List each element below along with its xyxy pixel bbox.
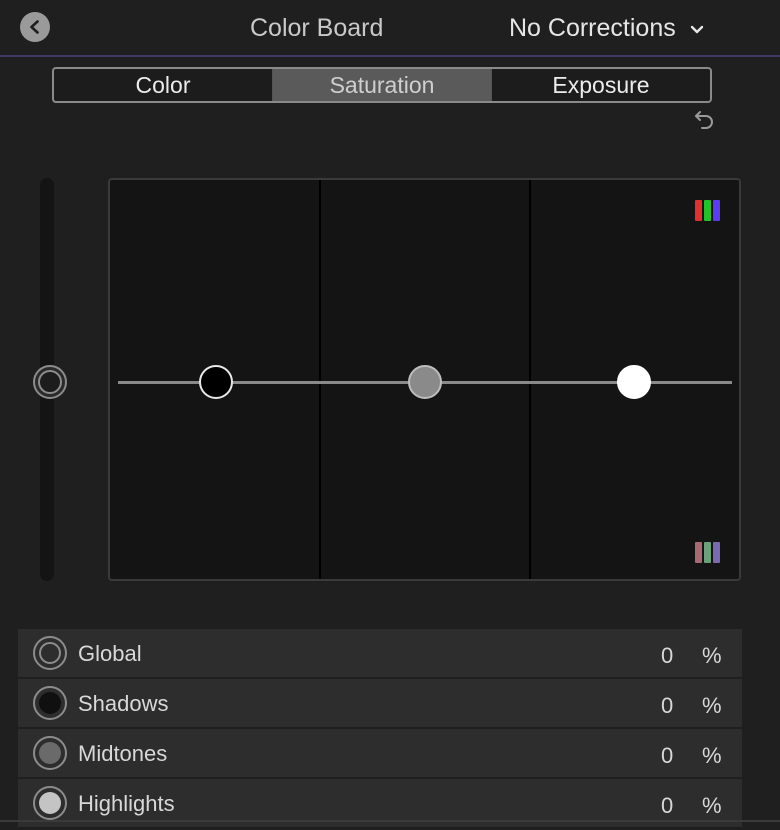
tab-saturation[interactable]: Saturation (273, 69, 492, 101)
chevron-left-icon (30, 20, 39, 34)
midtones-icon (33, 736, 67, 770)
param-label: Global (78, 641, 142, 666)
high-saturation-indicator (695, 200, 720, 221)
param-label: Highlights (78, 791, 175, 816)
param-unit: % (702, 643, 722, 668)
param-label: Midtones (78, 741, 168, 766)
param-row-shadows: Shadows 0 % (18, 679, 742, 727)
param-label: Shadows (78, 691, 169, 716)
param-unit: % (702, 743, 722, 768)
global-icon (33, 636, 67, 670)
header-divider (0, 55, 780, 57)
green-bar (704, 200, 711, 221)
param-value-shadows[interactable]: 0 (661, 693, 673, 719)
parameter-list: Global 0 % Shadows 0 % Midtones 0 % High… (18, 629, 742, 829)
undo-arrow-icon[interactable] (692, 108, 716, 132)
midtones-puck[interactable] (408, 365, 442, 399)
corrections-label: No Corrections (509, 14, 676, 42)
shadows-icon (33, 686, 67, 720)
green-bar (704, 542, 711, 563)
shadows-puck[interactable] (199, 365, 233, 399)
global-slider-puck[interactable] (33, 365, 67, 399)
blue-bar (713, 542, 720, 563)
highlights-icon (33, 786, 67, 820)
board-tabs: Color Saturation Exposure (52, 67, 712, 103)
blue-bar (713, 200, 720, 221)
board-divider (529, 180, 531, 579)
tab-exposure[interactable]: Exposure (492, 69, 710, 101)
corrections-dropdown[interactable]: No Corrections (509, 14, 704, 43)
saturation-board[interactable] (108, 178, 741, 581)
param-unit: % (702, 793, 722, 818)
param-row-midtones: Midtones 0 % (18, 729, 742, 777)
low-saturation-indicator (695, 542, 720, 563)
panel-title: Color Board (250, 14, 384, 42)
param-value-global[interactable]: 0 (661, 643, 673, 669)
param-value-highlights[interactable]: 0 (661, 793, 673, 819)
bottom-divider (0, 820, 780, 822)
param-row-global: Global 0 % (18, 629, 742, 677)
tab-color[interactable]: Color (54, 69, 273, 101)
param-value-midtones[interactable]: 0 (661, 743, 673, 769)
red-bar (695, 200, 702, 221)
chevron-down-icon (690, 25, 703, 33)
header: Color Board No Corrections (0, 0, 780, 56)
red-bar (695, 542, 702, 563)
param-unit: % (702, 693, 722, 718)
color-board-inspector: Color Board No Corrections Color Saturat… (0, 0, 780, 830)
back-button[interactable] (20, 12, 50, 42)
board-divider (319, 180, 321, 579)
highlights-puck[interactable] (617, 365, 651, 399)
